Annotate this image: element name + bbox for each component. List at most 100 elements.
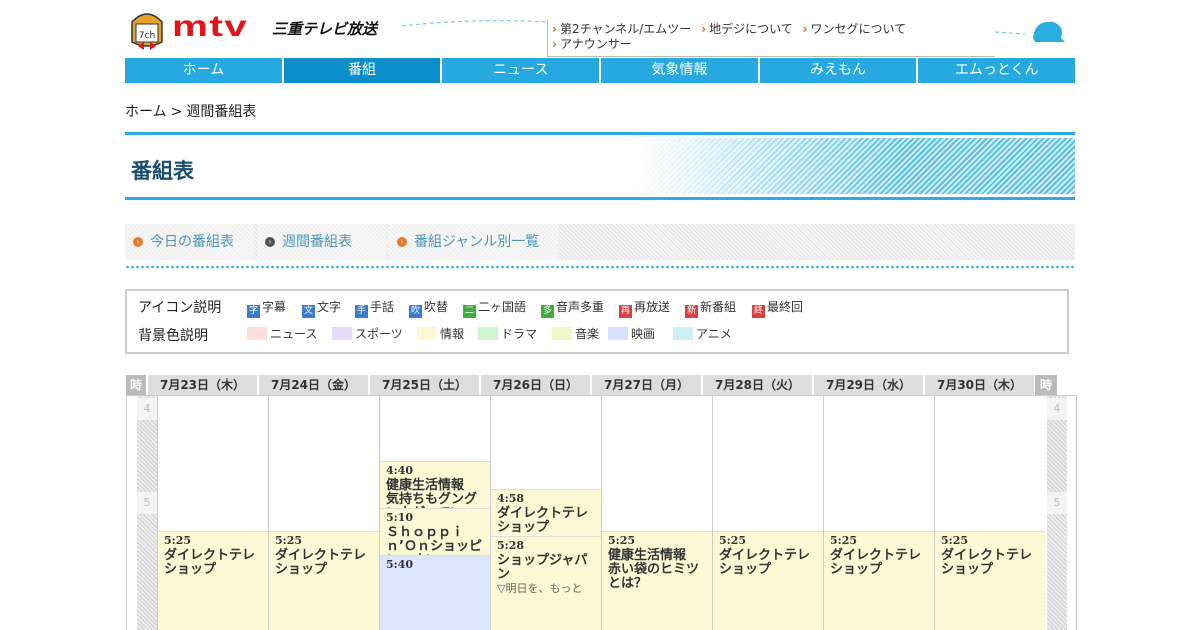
legend-icon-label: 新番組 [700,300,737,314]
tab-today[interactable]: › 今日の番組表 [125,224,254,260]
day-column: 4:40健康生活情報 気持ちもグングン上がっていく！目指せ！アゲ肌5:10Ｓｈｏ… [379,396,490,630]
day-header[interactable]: 7月28日（火） [703,375,814,395]
legend-icon-label: 再放送 [634,300,671,314]
caption-badge-icon: 再 [619,305,632,318]
program-cell[interactable]: 5:40 [380,554,490,630]
program-time: 5:28 [497,538,525,552]
logo-station-name[interactable]: 三重テレビ放送 [272,20,377,38]
legend-icon-0: 字字幕 [247,298,286,318]
day-column: 5:25 ダイレクトテレショップ [712,396,823,630]
nav-weather[interactable]: 気象情報 [601,58,760,83]
program-cell[interactable]: 4:58 ダイレクトテレショップ [491,488,601,536]
program-cell[interactable]: 5:25 健康生活情報 赤い袋のヒミツとは？ [602,531,712,630]
program-cell[interactable]: 5:28 ショップジャパン ▽明日を、もっと [491,535,601,630]
day-header[interactable]: 7月30日（木） [925,375,1036,395]
program-time: 4:40 [386,463,414,477]
nav-emuttokun[interactable]: エムっとくん [918,58,1076,83]
dotted-divider [125,265,1075,269]
day-header[interactable]: 7月27日（月） [592,375,703,395]
program-title: ダイレクトテレショップ [164,548,256,578]
program-cell[interactable]: 4:40健康生活情報 気持ちもグングン上がっていく！目指せ！アゲ肌 [380,460,490,508]
day-header[interactable]: 7月23日（木） [148,375,259,395]
legend-color-2: 情報 [417,325,464,342]
arrow-circle-icon: › [133,237,143,247]
caption-badge-icon: 新 [685,305,698,318]
main-nav: ホーム 番組 ニュース 気象情報 みえもん エムっとくん [125,58,1076,83]
top-link-oneseg[interactable]: › ワンセグについて [803,22,907,37]
nav-miemon[interactable]: みえもん [759,58,919,83]
day-header[interactable]: 7月24日（金） [259,375,370,395]
top-links: › 第2チャンネル/エムツー › 地デジについて › ワンセグについて › アナウンサー [547,20,995,57]
program-time: 5:25 [719,534,747,548]
program-cell[interactable]: 5:25 ダイレクトテレショップ [269,531,379,630]
time-column-right: 45 [1047,396,1067,630]
program-cell[interactable]: 5:25 ダイレクトテレショップ [713,531,823,630]
tab-genre[interactable]: › 番組ジャンル別一覧 [389,224,559,260]
breadcrumb-home[interactable]: ホーム [125,104,167,120]
day-header[interactable]: 7月25日（土） [370,375,481,395]
legend-color-0: ニュース [247,325,317,342]
program-cell[interactable]: 5:25 ダイレクトテレショップ [824,531,934,630]
page-title: 番組表 [131,159,194,183]
program-desc: ▽明日を、もっと [497,581,583,595]
top-link-digital[interactable]: › 地デジについて [701,22,793,37]
program-time: 5:40 [386,557,414,571]
program-time: 5:25 [275,534,303,548]
legend-color-5: 映画 [608,325,655,342]
day-header[interactable]: 7月29日（水） [814,375,925,395]
day-column: 4:58 ダイレクトテレショップ 5:28 ショップジャパン ▽明日を、もっと [490,396,601,630]
schedule-grid[interactable]: 4 5 4 5 5:25 ダイレクトテレショップ 5:25 ダイレクトテレショップ 4:40 健康… [126,395,1077,630]
legend-color-3: ドラマ [478,325,537,342]
program-time: 5:10 [386,510,414,524]
legend-color-1: スポーツ [332,325,403,342]
breadcrumb: ホーム > 週間番組表 [125,101,256,121]
mascot-logo-icon[interactable]: 7ch [128,8,166,52]
program-time: 5:25 [941,534,969,548]
arrow-circle-icon: › [265,237,275,247]
time-header-right: 時 [1035,375,1059,395]
color-swatch [417,327,437,340]
schedule-header: 時 7月23日（木） 7月24日（金） 7月25日（土） 7月26日（日） 7月27日（月… [126,375,1059,395]
decorative-dash-line [402,20,548,27]
top-link-announcer[interactable]: › アナウンサー [552,37,632,52]
color-swatch [673,327,693,340]
caption-badge-icon: 終 [752,305,765,318]
program-time: 5:25 [164,534,192,548]
logo-mark-text: 7ch [139,31,155,41]
legend-icon-label: 吹替 [424,300,449,314]
tab-weekly[interactable]: › 週間番組表 [257,224,386,260]
hour-label: 5 [1047,492,1067,514]
program-cell[interactable]: 5:25 ダイレクトテレショップ [158,531,268,630]
program-cell[interactable]: 5:25 ダイレクトテレショップ [935,531,1045,630]
breadcrumb-current: 週間番組表 [186,104,257,120]
hour-label: 4 [137,398,157,420]
program-cell[interactable]: 5:10Ｓｈｏｐｐｉｎ’Ｏｎショッピン・オン [380,507,490,555]
page-title-banner [125,132,1075,200]
nav-programs[interactable]: 番組 [283,58,443,83]
caption-badge-icon: 字 [247,305,260,318]
logo-wordmark[interactable]: mtv [172,12,248,42]
legend-icon-8: 終最終回 [752,298,803,318]
legend-color-label: スポーツ [355,327,403,341]
program-title: Ｓｈｏｐｐｉｎ’Ｏｎショッピン・オン [386,524,482,555]
legend-color-label: 映画 [631,327,656,341]
legend-icon-6: 再再放送 [619,298,670,318]
legend-icon-label: 音声多重 [556,300,605,314]
arrow-circle-icon: › [397,237,407,247]
legend-color-label: 情報 [440,327,465,341]
nav-home[interactable]: ホーム [125,58,284,83]
legend-icon-label: 文字 [317,300,342,314]
banner-pattern [635,138,1075,194]
program-title: ダイレクトテレショップ [497,505,589,535]
schedule-tabs: › 今日の番組表 › 週間番組表 › 番組ジャンル別一覧 [125,224,1075,260]
day-header[interactable]: 7月26日（日） [481,375,592,395]
program-title: 健康生活情報 気持ちもグングン上がっていく！目指せ！アゲ肌 [386,477,478,508]
legend-icon-5: 多音声多重 [541,298,604,318]
color-swatch [552,327,572,340]
program-title: ダイレクトテレショップ [941,548,1033,578]
top-link-m2[interactable]: › 第2チャンネル/エムツー [552,22,691,37]
color-swatch [608,327,628,340]
day-column: 5:25 ダイレクトテレショップ [823,396,934,630]
legend-color-label: ニュース [270,327,318,341]
nav-news[interactable]: ニュース [442,58,602,83]
